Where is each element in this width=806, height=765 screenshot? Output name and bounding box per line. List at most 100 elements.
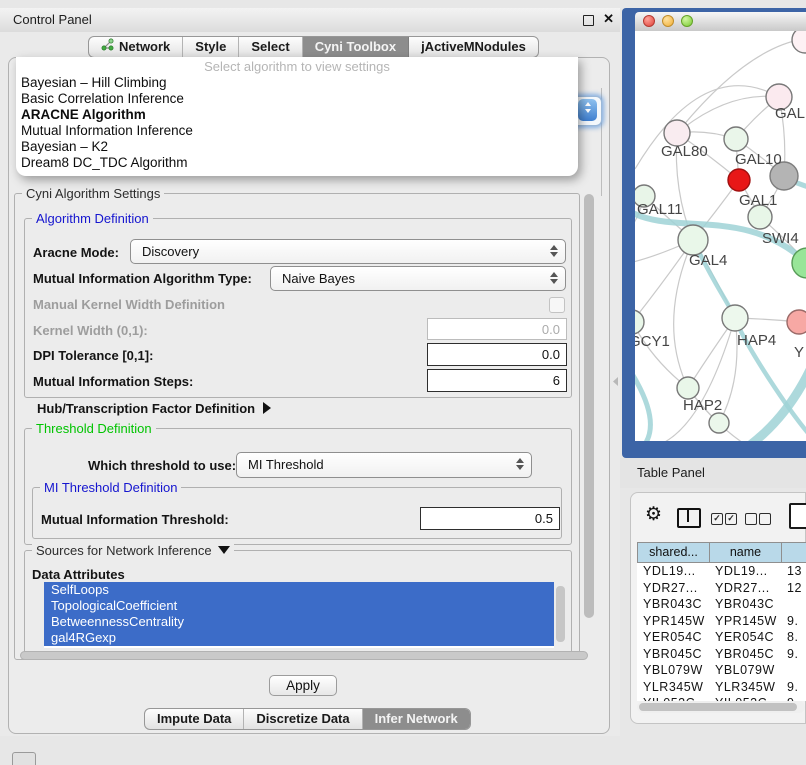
algorithm-item[interactable]: Bayesian – Hill Climbing — [16, 75, 578, 91]
mi-type-label: Mutual Information Algorithm Type: — [33, 271, 252, 286]
which-threshold-label: Which threshold to use: — [88, 458, 236, 473]
collapse-down-icon — [218, 546, 230, 554]
attributes-list-scrollbar[interactable] — [556, 586, 565, 642]
settings-vertical-scrollbar[interactable] — [584, 194, 594, 618]
data-attribute-item[interactable]: SelfLoops — [44, 582, 554, 598]
network-edge-highlighted — [635, 369, 650, 441]
minimized-panel-icon[interactable] — [12, 752, 36, 765]
table-cell: YBL079W — [637, 662, 709, 679]
algorithm-popup-placeholder: Select algorithm to view settings — [16, 57, 578, 75]
column-layout-icon[interactable] — [677, 508, 701, 528]
network-node[interactable] — [792, 31, 806, 53]
node-label: GAL10 — [735, 151, 782, 168]
tab-cyni-toolbox[interactable]: Cyni Toolbox — [303, 37, 409, 57]
tab-discretize-data[interactable]: Discretize Data — [244, 709, 362, 729]
table-cell — [781, 662, 806, 679]
table-row[interactable]: YBR043CYBR043C — [637, 596, 806, 613]
float-window-icon[interactable] — [583, 15, 594, 26]
algorithm-item[interactable]: Bayesian – K2 — [16, 139, 578, 155]
mi-threshold-field[interactable]: 0.5 — [420, 507, 560, 530]
data-attribute-item[interactable]: BetweennessCentrality — [44, 614, 554, 630]
table-panel-title: Table Panel — [637, 465, 705, 480]
network-node-hap4[interactable] — [722, 305, 748, 331]
column-header[interactable]: shared... — [637, 542, 709, 563]
table-row[interactable]: YPR145WYPR145W9. — [637, 613, 806, 630]
tab-style[interactable]: Style — [183, 37, 239, 57]
expand-right-icon — [263, 402, 271, 414]
tab-impute-data[interactable]: Impute Data — [145, 709, 244, 729]
data-attributes-list[interactable]: SelfLoopsTopologicalCoefficientBetweenne… — [44, 582, 554, 648]
table-cell: YBR043C — [637, 596, 709, 613]
unchecked-checkbox-icon[interactable] — [745, 513, 757, 525]
combo-stepper-icon — [550, 270, 560, 286]
hub-definition-expander[interactable]: Hub/Transcription Factor Definition — [37, 401, 271, 416]
tab-label: Infer Network — [375, 709, 458, 729]
settings-horizontal-scrollbar[interactable] — [20, 651, 588, 660]
network-node-gcy1[interactable] — [635, 310, 644, 334]
aracne-mode-label: Aracne Mode: — [33, 245, 119, 260]
network-node[interactable] — [709, 413, 729, 433]
network-window-titlebar[interactable] — [635, 12, 806, 32]
tab-label: jActiveMNodules — [421, 37, 526, 57]
table-horizontal-scrollbar-thumb[interactable] — [639, 703, 797, 711]
tab-select[interactable]: Select — [239, 37, 302, 57]
control-panel-tab-bar: Network Style Select Cyni Toolbox jActiveMNo… — [88, 36, 539, 58]
combo-stepper-icon[interactable] — [578, 99, 597, 121]
network-node-y[interactable] — [787, 310, 806, 334]
table-cell: 8. — [781, 629, 806, 646]
algorithm-item[interactable]: Dream8 DC_TDC Algorithm — [16, 155, 578, 171]
tab-label: Select — [251, 37, 289, 57]
mi-type-combobox[interactable]: Naive Bayes — [270, 266, 566, 291]
minimize-traffic-light-icon[interactable] — [662, 15, 674, 27]
manual-kernel-checkbox[interactable] — [549, 297, 565, 313]
table-row[interactable]: YDR27...YDR27...12 — [637, 580, 806, 597]
checked-checkbox-icon[interactable]: ✓ — [711, 513, 723, 525]
tab-jactivemnodules[interactable]: jActiveMNodules — [409, 37, 538, 57]
close-icon[interactable]: ✕ — [603, 11, 614, 27]
tab-network[interactable]: Network — [89, 37, 183, 57]
tab-infer-network[interactable]: Infer Network — [363, 709, 470, 729]
table-horizontal-scrollbar-track[interactable] — [637, 701, 805, 713]
data-attribute-item[interactable]: gal4RGexp — [44, 630, 554, 646]
aracne-mode-combobox[interactable]: Discovery — [130, 239, 566, 264]
algorithm-item[interactable]: Mutual Information Inference — [16, 123, 578, 139]
node-label: GAL11 — [637, 201, 683, 218]
close-traffic-light-icon[interactable] — [643, 15, 655, 27]
dpi-tolerance-field[interactable]: 0.0 — [427, 343, 567, 366]
network-node-gal4[interactable] — [678, 225, 708, 255]
bottom-tab-bar: Impute DataDiscretize Data Infer Network — [144, 708, 471, 730]
table-row[interactable]: YER054CYER054C8. — [637, 629, 806, 646]
tab-label: Style — [195, 37, 226, 57]
checked-checkbox-icon[interactable]: ✓ — [725, 513, 737, 525]
combo-stepper-icon — [516, 456, 526, 472]
network-node-gal10[interactable] — [724, 127, 748, 151]
column-header[interactable]: A — [781, 542, 806, 563]
node-label: HAP2 — [683, 397, 722, 414]
network-icon — [101, 37, 114, 57]
which-threshold-value: MI Threshold — [248, 457, 324, 472]
which-threshold-combobox[interactable]: MI Threshold — [236, 452, 532, 478]
algorithm-item[interactable]: ARACNE Algorithm — [16, 107, 578, 123]
table-panel: ⚙ ✓ ✓ shared...nameA YDL19...YDL19...13Y… — [630, 492, 806, 724]
table-row[interactable]: YLR345WYLR345W9. — [637, 679, 806, 696]
network-node-gal1[interactable] — [728, 169, 750, 191]
data-attribute-item[interactable]: TopologicalCoefficient — [44, 598, 554, 614]
column-header[interactable]: name — [709, 542, 781, 563]
network-view-frame: GALGAL80GAL10GAL1GAL11SWI4GAL4GCY1HAP4YH… — [622, 8, 806, 458]
network-node-hap2[interactable] — [677, 377, 699, 399]
mi-steps-field[interactable]: 6 — [427, 369, 567, 392]
table-rows[interactable]: YDL19...YDL19...13YDR27...YDR27...12YBR0… — [637, 563, 806, 701]
unchecked-checkbox-icon[interactable] — [759, 513, 771, 525]
sources-group-title[interactable]: Sources for Network Inference — [32, 543, 234, 558]
apply-button[interactable]: Apply — [269, 675, 337, 696]
table-row[interactable]: YDL19...YDL19...13 — [637, 563, 806, 580]
table-row[interactable]: YBL079WYBL079W — [637, 662, 806, 679]
network-canvas[interactable]: GALGAL80GAL10GAL1GAL11SWI4GAL4GCY1HAP4YH… — [635, 31, 806, 441]
gear-icon[interactable]: ⚙ — [645, 503, 662, 526]
table-row[interactable]: YBR045CYBR045C9. — [637, 646, 806, 663]
zoom-traffic-light-icon[interactable] — [681, 15, 693, 27]
table-cell: 13 — [781, 563, 806, 580]
table-cell: YLR345W — [637, 679, 709, 696]
algorithm-item[interactable]: Basic Correlation Inference — [16, 91, 578, 107]
document-icon[interactable] — [789, 503, 806, 529]
